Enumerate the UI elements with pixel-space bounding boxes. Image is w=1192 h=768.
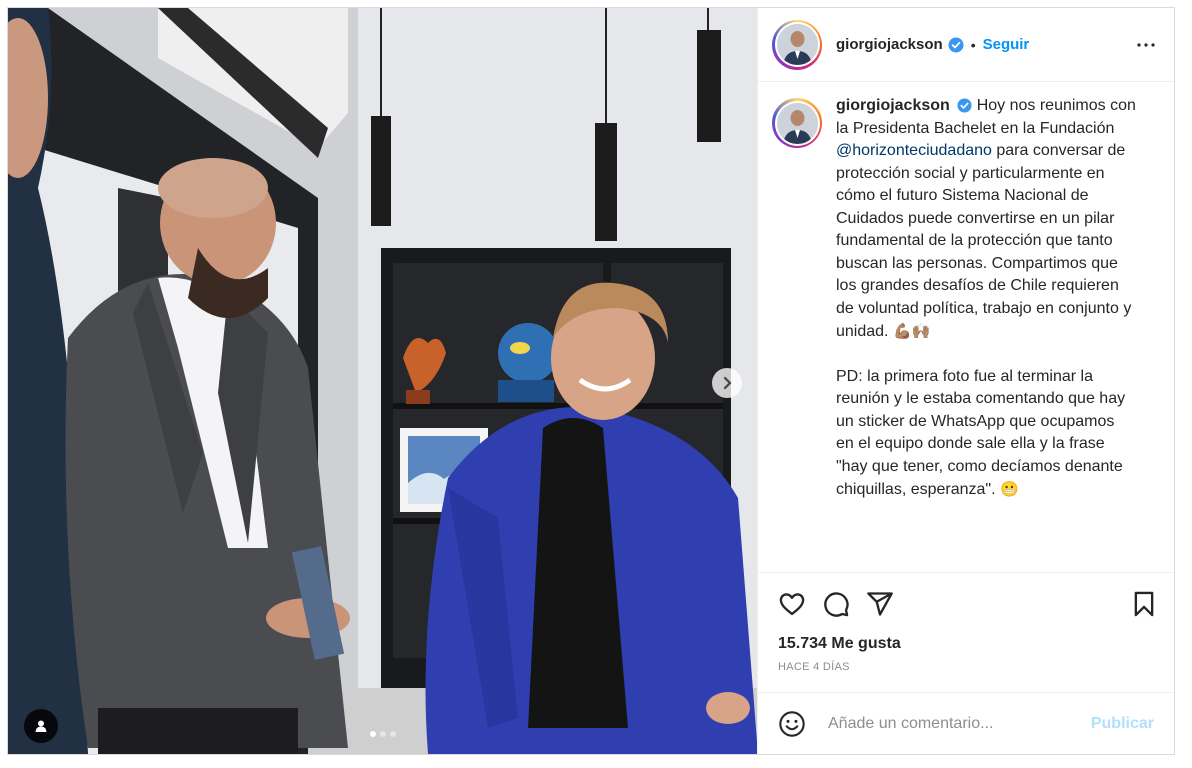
caption-text: giorgiojackson Hoy nos reunimos con la P… bbox=[836, 95, 1136, 502]
carousel-indicator bbox=[8, 731, 757, 737]
carousel-dot bbox=[389, 731, 396, 737]
comment-icon[interactable] bbox=[822, 590, 850, 618]
likes-count[interactable]: 15.734 Me gusta bbox=[778, 635, 1158, 653]
caption: giorgiojackson Hoy nos reunimos con la P… bbox=[772, 95, 1158, 502]
bookmark-icon[interactable] bbox=[1130, 590, 1158, 618]
carousel-next-button[interactable] bbox=[712, 368, 742, 398]
comments-section[interactable]: giorgiojackson Hoy nos reunimos con la P… bbox=[758, 82, 1174, 572]
share-icon[interactable] bbox=[866, 590, 894, 618]
user-tags-button[interactable] bbox=[24, 709, 58, 743]
carousel-dot bbox=[369, 731, 376, 737]
username-link[interactable]: giorgiojackson bbox=[836, 36, 943, 53]
mention-link[interactable]: @horizonteciudadano bbox=[836, 142, 992, 159]
carousel-dot bbox=[379, 731, 386, 737]
heart-icon[interactable] bbox=[778, 590, 806, 618]
follow-button[interactable]: Seguir bbox=[983, 36, 1030, 53]
next-arrow-icon bbox=[720, 376, 734, 390]
post-header: giorgiojackson • Seguir bbox=[758, 8, 1174, 82]
publish-button[interactable]: Publicar bbox=[1091, 715, 1154, 733]
post-media[interactable] bbox=[8, 8, 757, 754]
comment-form: Publicar bbox=[758, 692, 1174, 754]
caption-avatar[interactable] bbox=[772, 98, 822, 148]
caption-username[interactable]: giorgiojackson bbox=[836, 97, 950, 114]
post-side-panel: giorgiojackson • Seguir giorgiojackson H… bbox=[757, 8, 1174, 754]
post-date: HACE 4 DÍAS bbox=[778, 661, 850, 673]
emoji-icon[interactable] bbox=[778, 710, 806, 738]
comment-input[interactable] bbox=[826, 713, 1091, 734]
caption-emoji: 💪🏽🙌🏽 bbox=[892, 322, 931, 340]
caption-part3: PD: la primera foto fue al terminar la r… bbox=[836, 367, 1126, 499]
post-actions: 15.734 Me gusta HACE 4 DÍAS bbox=[758, 572, 1174, 692]
verified-badge-icon bbox=[948, 37, 964, 53]
instagram-post: giorgiojackson • Seguir giorgiojackson H… bbox=[7, 7, 1175, 755]
more-options-icon[interactable] bbox=[1134, 33, 1158, 57]
caption-emoji-2: 😬 bbox=[1000, 480, 1019, 498]
verified-badge-icon bbox=[957, 98, 972, 113]
caption-part2: para conversar de protección social y pa… bbox=[836, 142, 1132, 340]
post-photo bbox=[8, 8, 757, 754]
header-separator: • bbox=[970, 36, 976, 53]
avatar[interactable] bbox=[772, 19, 822, 70]
